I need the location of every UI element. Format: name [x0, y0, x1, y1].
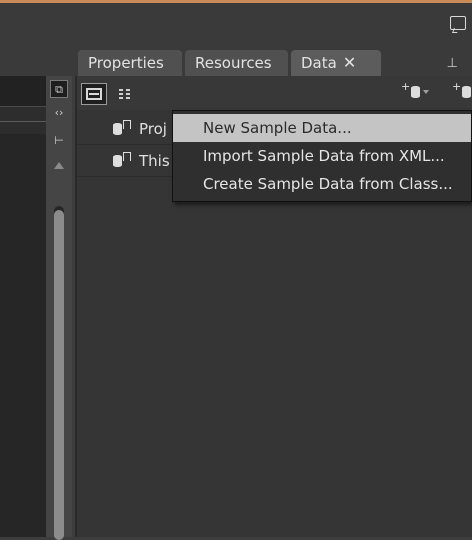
add-live-data-source-button[interactable]: +	[452, 80, 472, 104]
data-source-icon	[113, 155, 122, 167]
scroll-up-arrow[interactable]	[54, 162, 64, 169]
left-panel-header	[0, 41, 72, 99]
tab-label: Resources	[195, 54, 272, 72]
vertical-scrollbar[interactable]	[54, 206, 64, 540]
add-data-source-button[interactable]: +	[401, 80, 430, 104]
add-live-data-source-icon	[462, 85, 472, 98]
tab-label: Data	[301, 54, 337, 72]
code-view-icon[interactable]: ‹›	[50, 104, 68, 122]
menu-item-import-xml[interactable]: Import Sample Data from XML...	[173, 142, 471, 170]
title-strip	[0, 3, 472, 41]
list-view-icon	[86, 88, 102, 100]
artboard[interactable]	[0, 134, 46, 537]
add-sample-data-menu: New Sample Data... Import Sample Data fr…	[172, 110, 472, 202]
list-view-button[interactable]	[81, 83, 107, 105]
data-source-file-icon	[123, 152, 131, 161]
details-view-icon	[119, 89, 131, 99]
tab-data[interactable]: Data ✕	[291, 50, 381, 76]
close-icon[interactable]: ✕	[343, 50, 356, 76]
plus-icon: +	[452, 80, 462, 93]
data-source-label: Proj	[139, 120, 167, 138]
tab-label: Properties	[88, 54, 164, 72]
scrollbar-thumb[interactable]	[54, 210, 64, 540]
pin-icon[interactable]: ⊥	[447, 56, 458, 71]
menu-item-new-sample-data[interactable]: New Sample Data...	[173, 114, 471, 142]
details-view-button[interactable]	[113, 83, 139, 105]
plus-icon: +	[401, 80, 411, 93]
panel-tabs: Properties Resources Data ✕ ⊥	[72, 41, 472, 76]
vertical-toolbar: ⧉ ‹› ⊢	[46, 76, 72, 540]
add-data-source-icon	[411, 85, 421, 98]
left-panel-bar	[0, 76, 46, 106]
pan-tool-icon[interactable]: ⧉	[50, 80, 68, 98]
tab-resources[interactable]: Resources	[185, 50, 288, 76]
menu-item-create-from-class[interactable]: Create Sample Data from Class...	[173, 170, 471, 198]
chevron-down-icon	[423, 89, 430, 94]
split-view-icon[interactable]: ⊢	[50, 132, 68, 150]
data-source-label: This	[139, 152, 170, 170]
ruler	[0, 106, 46, 135]
data-source-icon	[113, 123, 122, 135]
tab-properties[interactable]: Properties	[78, 50, 182, 76]
data-source-file-icon	[123, 120, 131, 129]
comment-icon[interactable]	[450, 16, 466, 30]
data-toolbar: + +	[77, 76, 472, 110]
